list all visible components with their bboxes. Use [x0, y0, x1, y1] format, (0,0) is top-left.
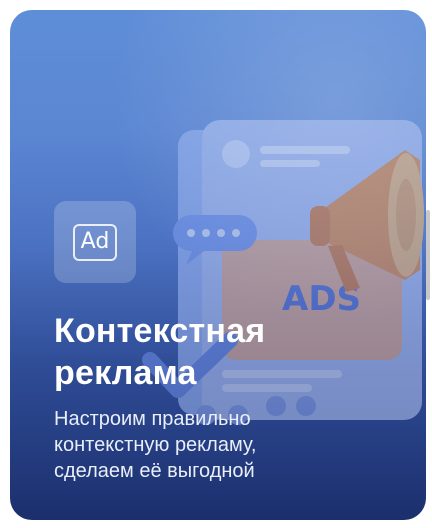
ad-icon: Ad [73, 223, 117, 261]
card-description: Настроим правильно контекстную рекламу, … [54, 406, 384, 484]
ad-badge-label: Ad [80, 229, 110, 254]
card-description-line-3: сделаем её выгодной [54, 460, 255, 482]
card-description-line-2: контекстную рекламу, [54, 434, 257, 456]
scrollbar[interactable] [426, 210, 430, 300]
card-title: Контекстная реклама [54, 310, 394, 394]
service-card-contextual-ads[interactable]: ADS Ad Контекстная реклама Настроим прав… [10, 10, 426, 520]
card-title-line-2: реклама [54, 354, 197, 392]
ad-badge: Ad [54, 201, 136, 283]
page: ADS Ad Контекстная реклама Настроим прав… [0, 0, 432, 528]
card-title-line-1: Контекстная [54, 312, 266, 350]
card-description-line-1: Настроим правильно [54, 408, 251, 430]
